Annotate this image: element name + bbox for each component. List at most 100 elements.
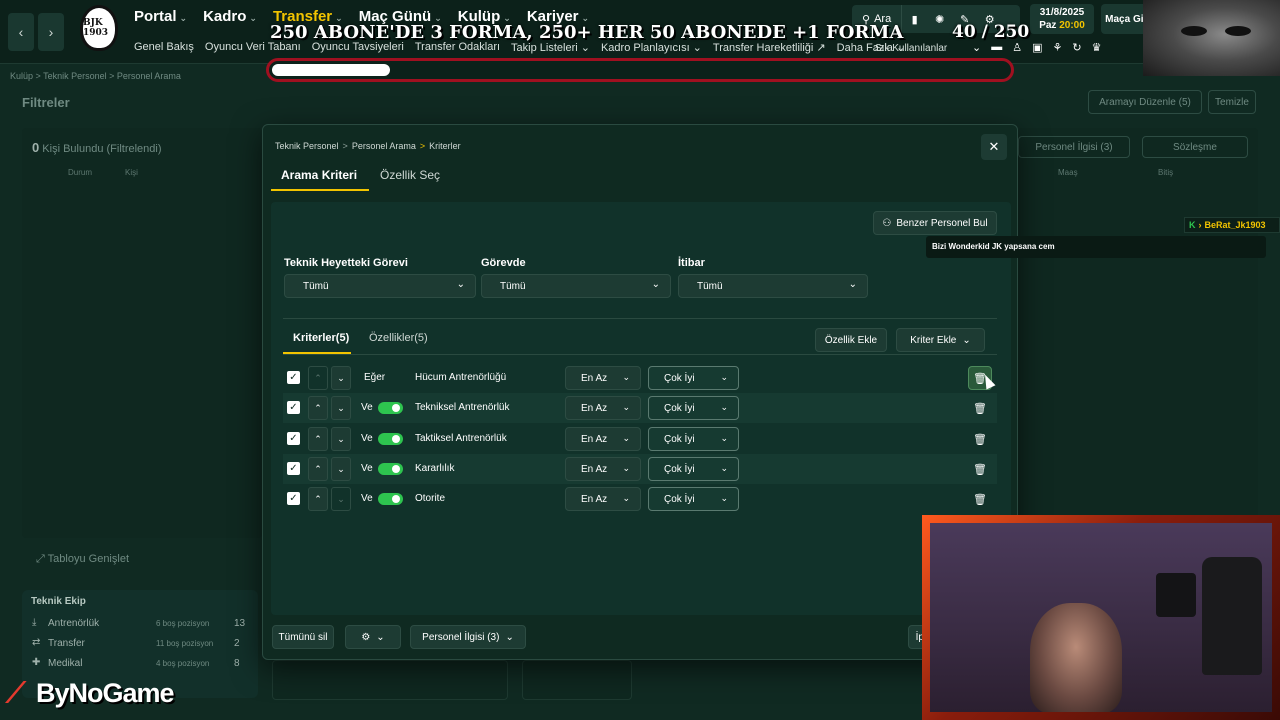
- add-attribute-button[interactable]: Özellik Ekle: [815, 328, 887, 352]
- connector-toggle[interactable]: [378, 463, 403, 475]
- staff-interest-filter[interactable]: Personel İlgisi (3): [1018, 136, 1130, 158]
- clipboard-icon[interactable]: ▣: [1032, 41, 1042, 54]
- criterion-connector: Ve: [361, 402, 373, 413]
- chevron-up-icon: ⌃: [314, 402, 322, 413]
- progress-fill: [272, 64, 390, 76]
- move-up-button[interactable]: ⌃: [308, 396, 328, 420]
- operator-select[interactable]: En Az ⌄: [565, 396, 641, 420]
- nav-kadro[interactable]: Kadro ⌄: [203, 8, 257, 25]
- criterion-checkbox[interactable]: ✓: [287, 371, 300, 384]
- operator-select[interactable]: En Az ⌄: [565, 457, 641, 481]
- criterion-checkbox[interactable]: ✓: [287, 401, 300, 414]
- subnav-overview[interactable]: Genel Bakış: [134, 41, 194, 54]
- chevron-down-icon: ⌄: [337, 433, 345, 444]
- delete-criterion-button[interactable]: 🗑: [968, 396, 992, 420]
- move-down-button[interactable]: ⌄: [331, 396, 351, 420]
- role-select[interactable]: Tümü ⌄: [284, 274, 476, 298]
- column-header-person[interactable]: Kişi: [125, 168, 138, 177]
- delete-criterion-button[interactable]: 🗑: [968, 457, 992, 481]
- chevron-right-icon: ›: [48, 24, 54, 40]
- sitemap-icon[interactable]: ⚘: [1053, 41, 1063, 54]
- breadcrumb-item[interactable]: Teknik Personel: [275, 141, 339, 151]
- chevron-up-icon: ⌃: [314, 493, 322, 504]
- staff-row-coaching[interactable]: ⤓ Antrenörlük 6 boş pozisyon 13: [32, 616, 252, 634]
- move-up-button[interactable]: ⌃: [308, 427, 328, 451]
- value-select[interactable]: Çok İyi ⌄: [648, 396, 739, 420]
- chevron-down-icon: ⌄: [622, 372, 630, 382]
- bookmark-icon[interactable]: ▮: [902, 5, 927, 33]
- value-select[interactable]: Çok İyi ⌄: [648, 366, 739, 390]
- expand-table-button[interactable]: ⤢ Tabloyu Genişlet: [36, 553, 129, 566]
- delete-criterion-button[interactable]: 🗑: [968, 487, 992, 511]
- back-button[interactable]: ‹: [8, 13, 34, 51]
- divider: [283, 354, 997, 355]
- criterion-row: ✓ ⌃ ⌄ Ve Tekniksel Antrenörlük En Az ⌄ Ço…: [283, 393, 997, 423]
- club-logo[interactable]: BJK 1903: [80, 5, 118, 51]
- value-select[interactable]: Çok İyi ⌄: [648, 487, 739, 511]
- chevron-down-icon: ⌄: [651, 279, 660, 290]
- move-down-button[interactable]: ⌄: [331, 366, 351, 390]
- criterion-checkbox[interactable]: ✓: [287, 432, 300, 445]
- connector-toggle[interactable]: [378, 493, 403, 505]
- page-breadcrumb: Kulüp > Teknik Personel > Personel Arama: [10, 71, 181, 81]
- column-header-salary[interactable]: Maaş: [1058, 168, 1078, 177]
- criterion-row: ✓ ⌃ ⌄ Eğer Hücum Antrenörlüğü En Az ⌄ Çok…: [283, 363, 997, 393]
- delete-criterion-button[interactable]: 🗑: [968, 427, 992, 451]
- shirt-icon[interactable]: ♙: [1012, 41, 1022, 54]
- breadcrumb-item[interactable]: Personel Arama: [352, 141, 416, 151]
- value-select[interactable]: Çok İyi ⌄: [648, 427, 739, 451]
- chevron-up-icon: ⌃: [314, 372, 322, 383]
- on-duty-select[interactable]: Tümü ⌄: [481, 274, 671, 298]
- connector-toggle[interactable]: [378, 433, 403, 445]
- operator-select[interactable]: En Az ⌄: [565, 487, 641, 511]
- add-criterion-button[interactable]: Kriter Ekle ⌄: [896, 328, 985, 352]
- tab-criteria[interactable]: Kriterler(5): [293, 332, 349, 344]
- contract-filter[interactable]: Sözleşme: [1142, 136, 1248, 158]
- criterion-checkbox[interactable]: ✓: [287, 492, 300, 505]
- staff-row-medical[interactable]: ✚ Medikal 4 boş pozisyon 8: [32, 656, 252, 674]
- find-similar-staff-button[interactable]: ⚇ Benzer Personel Bul: [873, 211, 997, 235]
- operator-select[interactable]: En Az ⌄: [565, 366, 641, 390]
- close-button[interactable]: ✕: [981, 134, 1007, 160]
- move-down-button[interactable]: ⌄: [331, 427, 351, 451]
- move-down-button[interactable]: ⌄: [331, 457, 351, 481]
- column-header-status[interactable]: Durum: [68, 168, 92, 177]
- gear-icon: ⚙: [361, 631, 371, 643]
- chevron-down-icon: ⌄: [337, 463, 345, 474]
- stream-overlay-title: 250 ABONE'DE 3 FORMA, 250+ HER 50 ABONED…: [270, 22, 904, 43]
- connector-toggle[interactable]: [378, 402, 403, 414]
- tab-attributes[interactable]: Özellikler(5): [369, 332, 428, 344]
- forward-button[interactable]: ›: [38, 13, 64, 51]
- column-header-expiry[interactable]: Bitiş: [1158, 168, 1173, 177]
- clear-button[interactable]: Temizle: [1208, 90, 1256, 114]
- refresh-icon[interactable]: ↻: [1072, 41, 1081, 54]
- reputation-select[interactable]: Tümü ⌄: [678, 274, 868, 298]
- chevron-down-icon: ⌄: [337, 493, 345, 504]
- brain-icon[interactable]: ✺: [927, 5, 952, 33]
- brand-logo: ⟋ ByNoGame: [6, 677, 175, 708]
- move-up-button[interactable]: ⌃: [308, 457, 328, 481]
- staff-row-transfer[interactable]: ⇄ Transfer 11 boş pozisyon 2: [32, 636, 252, 654]
- value-select[interactable]: Çok İyi ⌄: [648, 457, 739, 481]
- operator-select[interactable]: En Az ⌄: [565, 427, 641, 451]
- trophy-icon[interactable]: ♛: [1092, 41, 1102, 54]
- edit-search-button[interactable]: Aramayı Düzenle (5): [1088, 90, 1202, 114]
- chat-icon[interactable]: ▬: [991, 41, 1002, 54]
- move-up-button[interactable]: ⌃: [308, 366, 328, 390]
- move-down-button[interactable]: ⌄: [331, 487, 351, 511]
- settings-menu-button[interactable]: ⚙ ⌄: [345, 625, 401, 649]
- delete-all-button[interactable]: Tümünü sil: [272, 625, 334, 649]
- tab-select-attributes[interactable]: Özellik Seç: [380, 168, 440, 182]
- staff-interest-button[interactable]: Personel İlgisi (3) ⌄: [410, 625, 526, 649]
- nav-portal[interactable]: Portal ⌄: [134, 8, 187, 25]
- criteria-modal: Teknik Personel > Personel Arama > Krite…: [262, 124, 1018, 660]
- criterion-connector: Ve: [361, 493, 373, 504]
- chevron-down-icon[interactable]: ⌄: [972, 41, 981, 54]
- chevron-down-icon: ⌄: [456, 279, 465, 290]
- tab-search-criteria[interactable]: Arama Kriteri: [281, 168, 357, 182]
- criterion-checkbox[interactable]: ✓: [287, 462, 300, 475]
- chevron-up-icon: ⌃: [314, 463, 322, 474]
- results-panel-right: Personel İlgisi (3) Sözleşme Maaş Bitiş: [1018, 128, 1258, 538]
- game-date[interactable]: 31/8/2025 Paz 20:00: [1030, 4, 1094, 34]
- move-up-button[interactable]: ⌃: [308, 487, 328, 511]
